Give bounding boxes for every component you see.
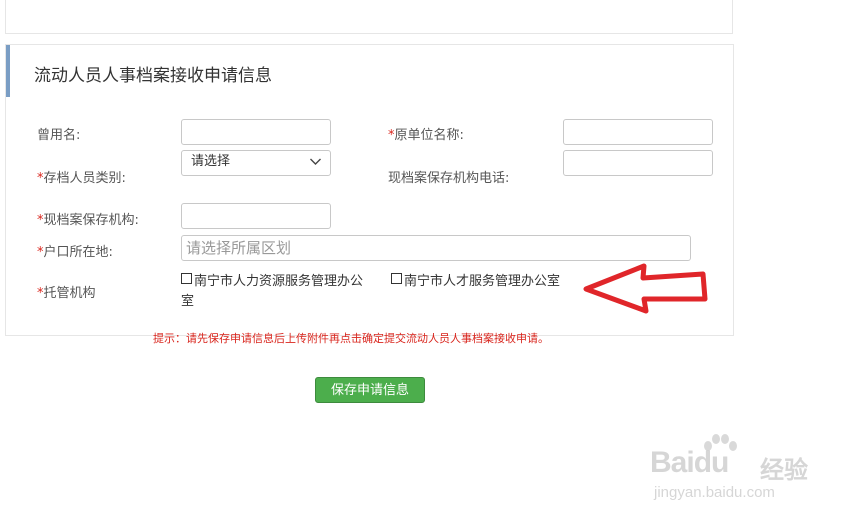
institution-phone-label: 现档案保存机构电话: xyxy=(388,171,510,186)
watermark-brand: Baidu xyxy=(650,446,729,479)
person-category-label: *存档人员类别: xyxy=(37,171,126,186)
hr-service-office-text-wrap: 室 xyxy=(181,294,195,309)
submission-hint: 提示：请先保存申请信息后上传附件再点击确定提交流动人员人事档案接收申请。 xyxy=(153,332,549,345)
talent-service-office-text: 南宁市人才服务管理办公室 xyxy=(404,274,561,289)
watermark-url: jingyan.baidu.com xyxy=(654,484,775,501)
hr-service-office-text: 南宁市人力资源服务管理办公 xyxy=(194,274,364,289)
household-location-input[interactable]: 请选择所属区划 xyxy=(181,235,691,261)
chevron-down-icon xyxy=(310,158,321,165)
former-name-label: 曾用名: xyxy=(37,128,81,143)
hr-service-office-checkbox[interactable] xyxy=(181,273,192,284)
panel-heading: 流动人员人事档案接收申请信息 xyxy=(6,45,733,97)
institution-phone-input[interactable] xyxy=(563,150,713,176)
baidu-jingyan-watermark: Baidu 经验 jingyan.baidu.com xyxy=(648,432,808,502)
person-category-select[interactable]: 请选择 xyxy=(181,150,331,176)
left-arrow-annotation-icon xyxy=(583,263,708,314)
watermark-cn: 经验 xyxy=(760,456,808,484)
save-application-button[interactable]: 保存申请信息 xyxy=(315,377,425,403)
current-institution-input[interactable] xyxy=(181,203,331,229)
household-location-label: *户口所在地: xyxy=(37,245,113,260)
custody-org-label: *托管机构 xyxy=(37,286,96,301)
current-institution-label: *现档案保存机构: xyxy=(37,213,139,228)
former-name-input[interactable] xyxy=(181,119,331,145)
person-category-value: 请选择 xyxy=(191,154,231,169)
original-unit-input[interactable] xyxy=(563,119,713,145)
talent-service-office-checkbox[interactable] xyxy=(391,273,402,284)
panel-title: 流动人员人事档案接收申请信息 xyxy=(34,66,272,86)
original-unit-label: *原单位名称: xyxy=(388,128,464,143)
previous-section-panel xyxy=(5,0,733,34)
